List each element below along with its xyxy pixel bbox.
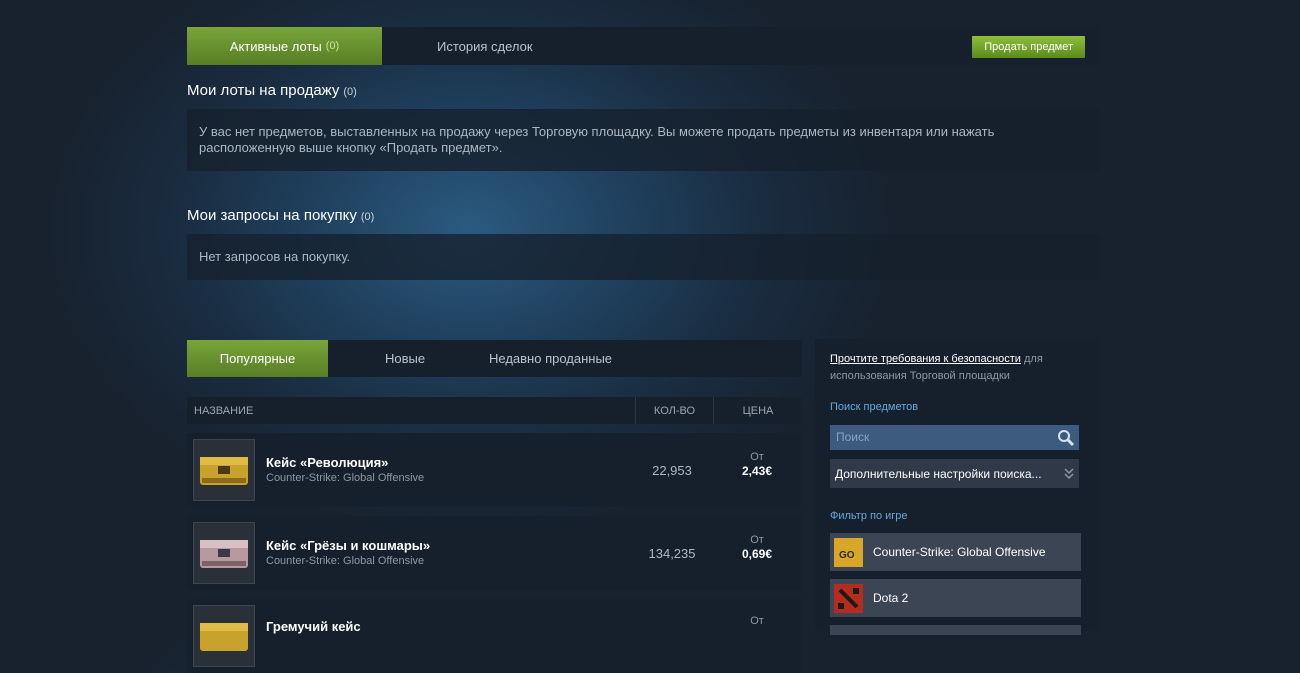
sell-item-button[interactable]: Продать предмет — [972, 36, 1085, 58]
svg-text:GO: GO — [839, 550, 855, 561]
security-notice: Прочтите требования к безопасности для и… — [830, 351, 1090, 385]
tab-popular[interactable]: Популярные — [187, 340, 328, 377]
game-filter-dota2[interactable]: Dota 2 — [830, 579, 1081, 617]
tab-recently-sold-label: Недавно проданные — [489, 351, 613, 366]
item-image — [193, 439, 255, 501]
tab-active-listings-label: Активные лоты — [229, 38, 322, 54]
item-image — [193, 605, 255, 667]
case-icon — [200, 540, 248, 568]
tab-popular-label: Популярные — [219, 351, 296, 366]
item-game: Counter-Strike: Global Offensive — [266, 472, 425, 484]
double-chevron-down-icon — [1064, 468, 1074, 480]
game-filter-more[interactable] — [830, 625, 1081, 635]
table-row[interactable]: Гремучий кейс От — [187, 599, 802, 673]
game-filter-csgo-label: Counter-Strike: Global Offensive — [873, 545, 1046, 559]
filter-by-game-label: Фильтр по игре — [830, 510, 908, 522]
item-price-from: От — [750, 534, 764, 546]
search-icon[interactable] — [1057, 429, 1075, 447]
dota2-icon — [834, 584, 863, 613]
item-price-from: От — [750, 451, 764, 463]
item-name[interactable]: Гремучий кейс — [266, 619, 361, 634]
buy-orders-empty-text: Нет запросов на покупку. — [199, 249, 351, 264]
item-game: Counter-Strike: Global Offensive — [266, 555, 425, 567]
search-placeholder: Поиск — [836, 430, 870, 444]
table-row[interactable]: Кейс «Революция» Counter-Strike: Global … — [187, 433, 802, 507]
tab-new-label: Новые — [385, 351, 426, 366]
my-listings-title: Мои лоты на продажу (0) — [187, 82, 357, 99]
marketplace-top-tabs: Активные лоты (0) История сделок Продать… — [187, 27, 1100, 65]
tab-active-listings[interactable]: Активные лоты (0) — [187, 27, 382, 65]
buy-orders-panel: Нет запросов на покупку. — [187, 234, 1100, 280]
tab-active-listings-count: (0) — [325, 40, 340, 52]
my-listings-title-text: Мои лоты на продажу — [187, 82, 340, 99]
case-icon — [200, 457, 248, 485]
game-filter-csgo[interactable]: GO Counter-Strike: Global Offensive — [830, 533, 1081, 571]
buy-orders-title-text: Мои запросы на покупку — [187, 207, 357, 224]
case-icon — [200, 623, 248, 651]
header-name[interactable]: НАЗВАНИЕ — [194, 397, 253, 424]
search-input[interactable]: Поиск — [830, 425, 1079, 450]
tab-trade-history[interactable]: История сделок — [437, 27, 533, 65]
market-sidebar: Прочтите требования к безопасности для и… — [815, 339, 1100, 635]
market-tabs: Популярные Новые Недавно проданные — [187, 340, 802, 377]
header-price[interactable]: ЦЕНА — [714, 397, 802, 424]
table-row[interactable]: Кейс «Грёзы и кошмары» Counter-Strike: G… — [187, 516, 802, 590]
item-quantity: 134,235 — [648, 546, 696, 561]
item-name[interactable]: Кейс «Грёзы и кошмары» — [266, 538, 430, 553]
advanced-search-dropdown[interactable]: Дополнительные настройки поиска... — [830, 459, 1079, 488]
security-requirements-link[interactable]: Прочтите требования к безопасности — [830, 353, 1021, 365]
my-listings-count: (0) — [343, 86, 357, 98]
my-listings-panel: У вас нет предметов, выставленных на про… — [187, 109, 1100, 171]
item-image — [193, 522, 255, 584]
buy-orders-count: (0) — [360, 211, 375, 223]
table-header: НАЗВАНИЕ КОЛ-ВО ЦЕНА — [187, 397, 802, 424]
item-quantity: 22,953 — [652, 463, 692, 478]
tab-recently-sold[interactable]: Недавно проданные — [489, 340, 612, 377]
buy-orders-title: Мои запросы на покупку (0) — [187, 207, 374, 224]
tab-trade-history-label: История сделок — [437, 38, 533, 54]
header-quantity[interactable]: КОЛ-ВО — [636, 397, 713, 424]
tab-new[interactable]: Новые — [385, 340, 425, 377]
advanced-search-label: Дополнительные настройки поиска... — [835, 467, 1042, 481]
my-listings-empty-text: У вас нет предметов, выставленных на про… — [199, 124, 995, 155]
item-name[interactable]: Кейс «Революция» — [266, 455, 388, 470]
game-filter-dota2-label: Dota 2 — [873, 591, 909, 605]
item-price: 0,69€ — [741, 547, 773, 561]
csgo-icon: GO — [834, 538, 863, 567]
search-items-label: Поиск предметов — [830, 401, 919, 413]
item-price: 2,43€ — [741, 464, 773, 478]
item-price-from: От — [750, 615, 764, 627]
